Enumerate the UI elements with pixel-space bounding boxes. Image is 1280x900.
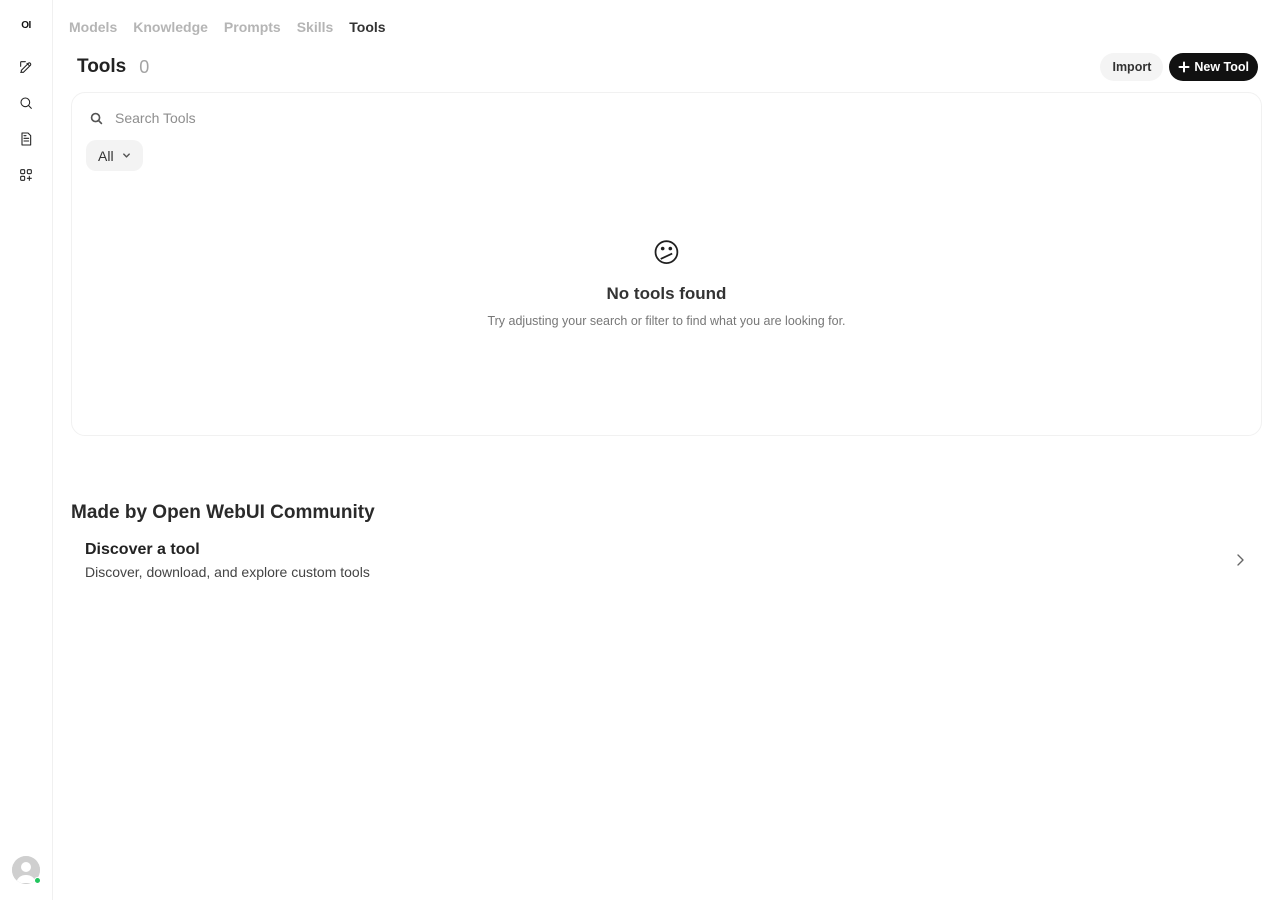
header-actions: Import New Tool <box>1100 53 1258 81</box>
plus-icon <box>1178 61 1190 73</box>
page-title: Tools <box>77 56 127 77</box>
page-header: Tools 0 Import New Tool <box>77 53 1258 81</box>
discover-title: Discover a tool <box>85 541 200 558</box>
import-button[interactable]: Import <box>1100 53 1164 81</box>
search-icon <box>20 97 32 109</box>
pencil-square-icon <box>20 61 32 73</box>
community-heading: Made by Open WebUI Community <box>71 502 375 523</box>
notes-button[interactable] <box>14 127 38 151</box>
import-button-label: Import <box>1112 60 1152 74</box>
empty-state: 😕 No tools found Try adjusting your sear… <box>72 238 1261 328</box>
app-window: OI Models Knowledge Prompts Skills Tools… <box>0 0 1280 900</box>
empty-state-title: No tools found <box>606 284 727 303</box>
app-logo[interactable]: OI <box>14 15 38 35</box>
tab-knowledge[interactable]: Knowledge <box>133 19 208 35</box>
sidebar-rail: OI <box>0 0 53 900</box>
search-bar <box>90 107 1243 129</box>
filter-dropdown[interactable]: All <box>86 140 143 171</box>
tools-count: 0 <box>139 56 150 77</box>
confused-face-icon: 😕 <box>652 238 681 269</box>
online-status-dot <box>34 877 41 884</box>
discover-tool-link[interactable]: Discover a tool Discover, download, and … <box>71 537 1262 585</box>
tab-models[interactable]: Models <box>69 19 117 35</box>
grid-plus-icon <box>20 169 32 181</box>
filter-selected-value: All <box>98 147 114 164</box>
tab-prompts[interactable]: Prompts <box>224 19 281 35</box>
new-tool-button-label: New Tool <box>1194 60 1249 74</box>
document-icon <box>21 132 32 146</box>
search-icon <box>90 112 103 124</box>
chevron-down-icon <box>122 153 130 158</box>
search-button[interactable] <box>14 91 38 115</box>
new-tool-button[interactable]: New Tool <box>1169 53 1258 81</box>
new-chat-button[interactable] <box>14 55 38 79</box>
workspace-button[interactable] <box>14 163 38 187</box>
tab-tools[interactable]: Tools <box>349 19 385 35</box>
tools-panel: All 😕 No tools found Try adjusting your … <box>71 92 1262 436</box>
search-input[interactable] <box>115 110 715 126</box>
workspace-tabs: Models Knowledge Prompts Skills Tools <box>69 16 386 38</box>
tab-skills[interactable]: Skills <box>297 19 334 35</box>
discover-subtitle: Discover, download, and explore custom t… <box>85 564 370 580</box>
empty-state-subtitle: Try adjusting your search or filter to f… <box>487 314 846 328</box>
chevron-right-icon <box>1234 553 1246 567</box>
